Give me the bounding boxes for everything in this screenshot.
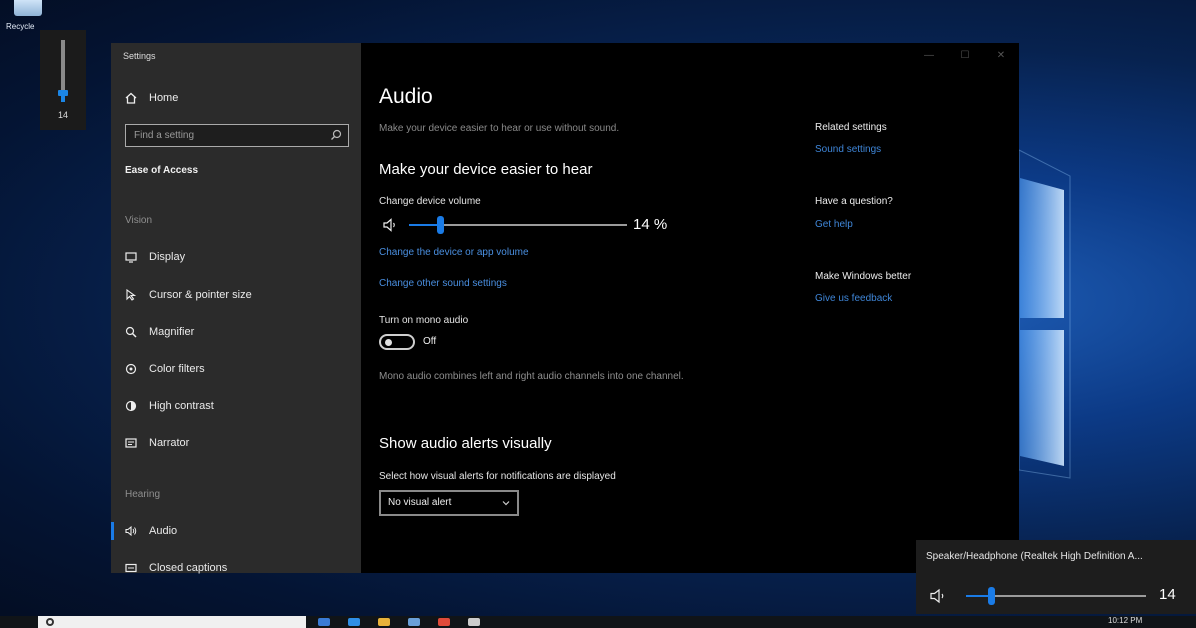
volume-label: Change device volume — [379, 196, 481, 207]
speaker-icon[interactable] — [383, 218, 399, 232]
search-icon[interactable] — [330, 129, 342, 141]
settings-window: Settings Home Find a setting Ease of Acc… — [110, 43, 1019, 574]
maximize-button[interactable]: ☐ — [947, 43, 983, 67]
vision-group-label: Vision — [125, 215, 153, 226]
sidebar-item-narrator[interactable]: Narrator — [125, 433, 189, 453]
sidebar-item-label: High contrast — [149, 400, 214, 412]
mono-audio-state: Off — [423, 336, 437, 347]
visual-alert-dropdown[interactable]: No visual alert — [379, 490, 519, 516]
flyout-volume-thumb[interactable] — [988, 587, 996, 605]
dropdown-value: No visual alert — [388, 497, 452, 508]
sidebar-item-label: Audio — [149, 525, 178, 537]
other-sound-settings-link[interactable]: Change other sound settings — [379, 278, 507, 289]
recycle-bin-icon[interactable] — [14, 0, 42, 16]
high-contrast-icon — [125, 400, 137, 412]
volume-thumb[interactable] — [436, 216, 444, 234]
sidebar-item-audio[interactable]: Audio — [110, 521, 178, 541]
chevron-down-icon — [502, 501, 510, 506]
magnifier-icon — [125, 326, 137, 338]
sound-settings-link[interactable]: Sound settings — [815, 144, 881, 155]
minimize-button[interactable]: — — [911, 43, 947, 67]
volume-flyout: Speaker/Headphone (Realtek High Definiti… — [916, 540, 1196, 614]
store-icon[interactable] — [408, 618, 420, 626]
window-controls: — ☐ ✕ — [911, 43, 1019, 67]
get-help-link[interactable]: Get help — [815, 219, 853, 230]
sidebar-item-magnifier[interactable]: Magnifier — [125, 322, 194, 342]
app-volume-link[interactable]: Change the device or app volume — [379, 247, 529, 258]
sidebar-item-label: Narrator — [149, 437, 190, 449]
cursor-icon — [125, 289, 137, 301]
make-windows-better-heading: Make Windows better — [815, 271, 912, 282]
sidebar-item-label: Cursor & pointer size — [149, 289, 252, 301]
color-filters-icon — [125, 363, 137, 375]
edge-icon[interactable] — [348, 618, 360, 626]
sidebar-item-cursor[interactable]: Cursor & pointer size — [125, 285, 252, 305]
narrator-icon — [125, 437, 137, 449]
page-title: Audio — [379, 85, 433, 108]
sidebar-item-home[interactable]: Home — [125, 92, 178, 104]
sidebar-item-label: Display — [149, 251, 186, 263]
category-title: Ease of Access — [125, 165, 199, 176]
taskbar-search-box[interactable] — [38, 616, 306, 628]
sidebar: Settings Home Find a setting Ease of Acc… — [110, 43, 361, 574]
task-view-icon[interactable] — [318, 618, 330, 626]
home-icon — [125, 92, 137, 104]
sidebar-item-label: Magnifier — [149, 326, 195, 338]
file-explorer-icon[interactable] — [378, 618, 390, 626]
display-icon — [125, 251, 137, 263]
page-subtitle: Make your device easier to hear or use w… — [379, 123, 620, 134]
hearing-group-label: Hearing — [125, 489, 161, 500]
device-volume-slider[interactable]: 14 % — [379, 215, 679, 235]
speaker-icon[interactable] — [930, 588, 950, 604]
mono-audio-description: Mono audio combines left and right audio… — [379, 371, 684, 382]
volume-percent: 14 % — [633, 216, 668, 233]
osd-volume-thumb[interactable] — [58, 90, 68, 97]
sidebar-item-label: Closed captions — [149, 562, 228, 574]
close-button[interactable]: ✕ — [983, 43, 1019, 67]
section-heading-hear: Make your device easier to hear — [379, 161, 593, 178]
search-placeholder: Find a setting — [134, 130, 195, 141]
window-title: Settings — [123, 51, 156, 61]
audio-device-name[interactable]: Speaker/Headphone (Realtek High Definiti… — [926, 551, 1188, 562]
volume-fill — [409, 224, 440, 226]
sidebar-item-display[interactable]: Display — [125, 247, 185, 267]
recycle-bin-label: Recycle — [6, 22, 35, 31]
alerts-label: Select how visual alerts for notificatio… — [379, 471, 616, 482]
sidebar-item-color-filters[interactable]: Color filters — [125, 359, 205, 379]
closed-captions-icon — [125, 562, 137, 574]
audio-icon — [125, 525, 137, 537]
section-heading-alerts: Show audio alerts visually — [379, 435, 552, 452]
sidebar-item-label: Home — [149, 92, 179, 104]
taskbar-clock[interactable]: 10:12 PM — [1108, 616, 1142, 625]
sidebar-item-closed-captions[interactable]: Closed captions — [125, 558, 227, 578]
related-settings-heading: Related settings — [815, 122, 887, 133]
settings-icon[interactable] — [468, 618, 480, 626]
feedback-link[interactable]: Give us feedback — [815, 293, 892, 304]
taskbar: 10:12 PM — [0, 616, 1196, 628]
main-content: Audio Make your device easier to hear or… — [379, 43, 799, 573]
flyout-volume-value: 14 — [1159, 586, 1176, 603]
toggle-knob — [385, 339, 392, 346]
mono-audio-label: Turn on mono audio — [379, 315, 469, 326]
search-input[interactable]: Find a setting — [125, 124, 349, 147]
search-icon — [46, 618, 54, 626]
sidebar-item-high-contrast[interactable]: High contrast — [125, 396, 214, 416]
volume-osd: 14 — [40, 30, 86, 130]
mono-audio-toggle[interactable] — [379, 334, 415, 350]
chrome-icon[interactable] — [438, 618, 450, 626]
osd-volume-value: 14 — [57, 110, 68, 120]
question-heading: Have a question? — [815, 196, 893, 207]
sidebar-item-label: Color filters — [149, 363, 205, 375]
taskbar-apps — [318, 618, 480, 626]
